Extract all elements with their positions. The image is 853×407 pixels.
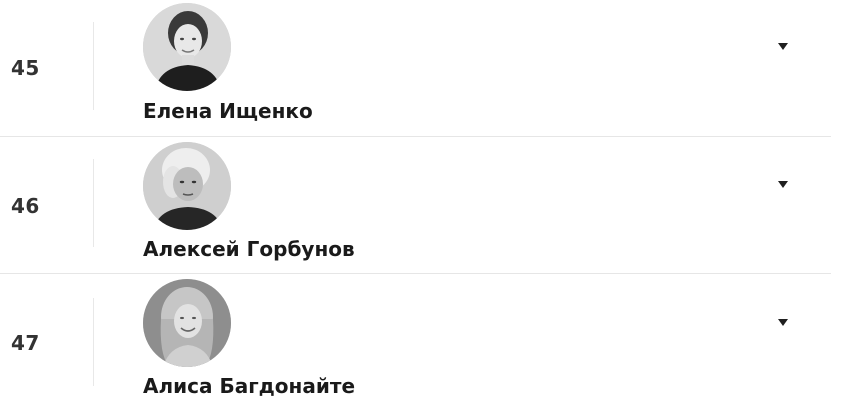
person-name[interactable]: Алексей Горбунов: [143, 237, 355, 261]
caret-down-icon: [778, 318, 788, 326]
avatar: [143, 279, 231, 367]
row-divider: [0, 136, 831, 137]
ranking-list: 45 Елена Ищенко 46 Алексей Горбунов 47 А…: [0, 0, 853, 407]
list-item[interactable]: 46 Алексей Горбунов: [0, 136, 831, 273]
expand-toggle[interactable]: [772, 37, 794, 55]
expand-toggle[interactable]: [772, 313, 794, 331]
rank-number: 47: [11, 331, 40, 355]
rank-number: 46: [11, 194, 40, 218]
vertical-divider: [93, 159, 94, 247]
person-portrait-icon: [143, 279, 231, 367]
list-item[interactable]: 45 Елена Ищенко: [0, 0, 831, 137]
rank-number: 45: [11, 56, 40, 80]
vertical-divider: [93, 22, 94, 110]
caret-down-icon: [778, 180, 788, 188]
avatar: [143, 142, 231, 230]
person-portrait-icon: [143, 142, 231, 230]
vertical-divider: [93, 298, 94, 386]
row-divider: [0, 273, 831, 274]
person-name[interactable]: Алиса Багдонайте: [143, 374, 355, 398]
person-portrait-icon: [143, 3, 231, 91]
person-name[interactable]: Елена Ищенко: [143, 99, 313, 123]
caret-down-icon: [778, 42, 788, 50]
expand-toggle[interactable]: [772, 175, 794, 193]
avatar: [143, 3, 231, 91]
list-item[interactable]: 47 Алиса Багдонайте: [0, 273, 831, 407]
